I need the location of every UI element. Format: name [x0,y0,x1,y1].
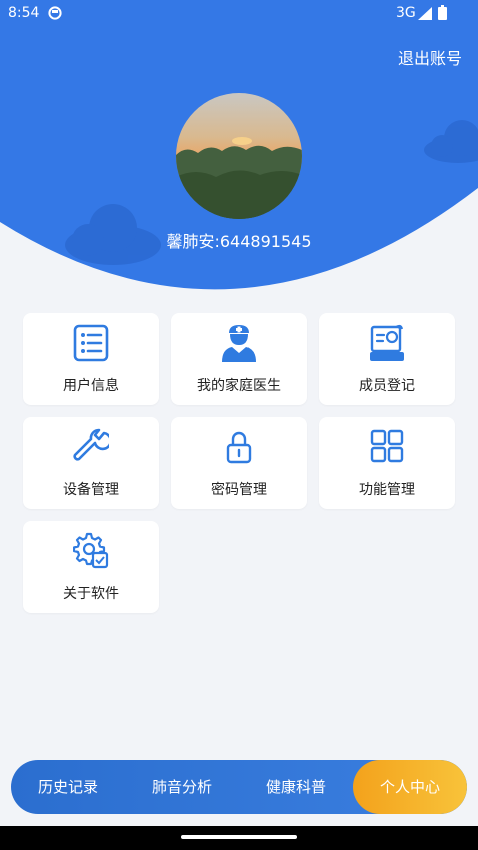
menu-item-password-management[interactable]: 密码管理 [171,417,307,509]
tab-history[interactable]: 历史记录 [11,760,125,814]
wrench-icon [73,428,109,461]
system-navigation-bar [0,826,478,850]
menu-item-label: 功能管理 [359,482,415,498]
menu-item-about-software[interactable]: 关于软件 [23,521,159,613]
menu-item-label: 关于软件 [63,586,119,602]
signal-icon [418,7,432,20]
home-gesture-handle[interactable] [181,835,297,839]
menu-item-family-doctor[interactable]: 我的家庭医生 [171,313,307,405]
tab-health-education[interactable]: 健康科普 [239,760,353,814]
network-type: 3G [396,5,416,21]
menu-item-user-info[interactable]: 用户信息 [23,313,159,405]
bottom-tab-bar: 历史记录 肺音分析 健康科普 个人中心 [11,760,467,814]
settings-gear-icon [73,532,109,569]
app-notification-icon [48,6,62,20]
status-time: 8:54 [8,5,40,21]
username-label: 馨肺安:644891545 [166,232,312,251]
menu-item-member-register[interactable]: 成员登记 [319,313,455,405]
menu-item-device-management[interactable]: 设备管理 [23,417,159,509]
battery-icon [438,5,447,20]
menu-item-label: 用户信息 [63,378,119,394]
doctor-icon [222,325,256,362]
menu-item-label: 设备管理 [63,482,119,498]
member-register-icon [370,324,404,361]
logout-button[interactable]: 退出账号 [398,45,462,69]
grid-icon [370,429,404,463]
avatar[interactable] [176,93,302,219]
tab-personal-center[interactable]: 个人中心 [353,760,467,814]
menu-item-function-management[interactable]: 功能管理 [319,417,455,509]
menu-item-label: 密码管理 [211,482,267,498]
menu-item-label: 我的家庭医生 [197,378,281,394]
user-info-icon [73,324,109,362]
menu-item-label: 成员登记 [359,378,415,394]
menu-grid: 用户信息 我的家庭医生 成员登记 设备管理 密码管理 功能管理 关于软件 [23,313,455,613]
status-bar: 8:54 3G [0,0,478,28]
tab-lung-sound-analysis[interactable]: 肺音分析 [125,760,239,814]
lock-icon [226,431,252,464]
